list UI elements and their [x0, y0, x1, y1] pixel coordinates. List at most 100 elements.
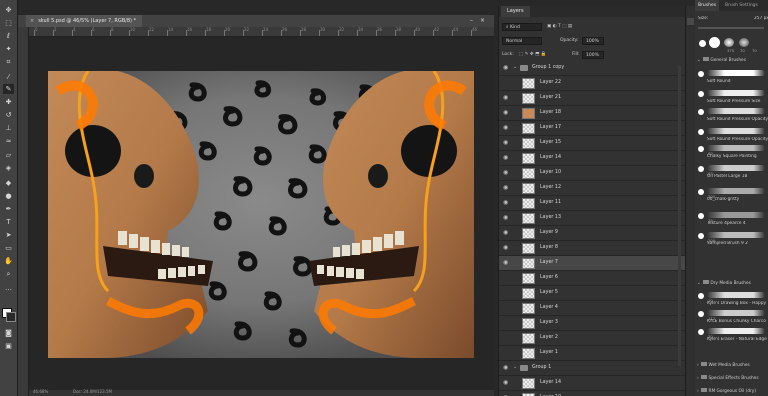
visibility-eye-icon[interactable]: [503, 290, 510, 296]
layer-row[interactable]: ◉ Layer 18: [499, 106, 685, 121]
brush-tip-icon[interactable]: [698, 189, 704, 195]
artwork-canvas[interactable]: [48, 71, 474, 358]
visibility-eye-icon[interactable]: ◉: [503, 215, 510, 221]
layer-row[interactable]: Layer 4: [499, 301, 685, 316]
brush-tip-icon[interactable]: [698, 233, 704, 239]
brush-name[interactable]: Texture 4pearce 4: [707, 221, 768, 226]
brush-name[interactable]: Soft Round Pressure Size: [707, 99, 768, 104]
brush-tip-icon[interactable]: [698, 166, 704, 172]
brush-name[interactable]: 00_chalk-gritty: [707, 197, 768, 202]
close-tab-icon[interactable]: ×: [30, 18, 34, 24]
tab-brushes[interactable]: Brushes: [695, 0, 720, 11]
brush-name[interactable]: Chalky Square Painting: [707, 154, 768, 159]
brush-preset-1-icon[interactable]: [699, 40, 706, 47]
layer-row[interactable]: ◉ Layer 14: [499, 151, 685, 166]
brush-name[interactable]: KYLE Bonus Chunky Charco: [707, 319, 768, 324]
status-zoom[interactable]: 46.68%: [33, 389, 48, 394]
quick-mask-icon[interactable]: ◙: [3, 328, 14, 338]
brush-name[interactable]: Kyle's Eraser - Natural Edge: [707, 337, 768, 342]
size-value[interactable]: 257 px: [754, 16, 768, 21]
minimize-icon[interactable]: –: [470, 17, 473, 24]
visibility-eye-icon[interactable]: [503, 305, 510, 311]
layer-row[interactable]: ◉ Layer 9: [499, 226, 685, 241]
layer-row[interactable]: ◉ Layer 15: [499, 136, 685, 151]
brush-tip-icon[interactable]: [698, 146, 704, 152]
visibility-eye-icon[interactable]: [503, 320, 510, 326]
brush-preset-4-icon[interactable]: [739, 38, 749, 47]
visibility-eye-icon[interactable]: ◉: [503, 200, 510, 206]
healing-brush-tool-icon[interactable]: ✚: [3, 97, 14, 107]
visibility-eye-icon[interactable]: ◉: [503, 380, 510, 386]
magic-wand-tool-icon[interactable]: ✦: [3, 44, 14, 54]
chevron-down-icon[interactable]: ⌄: [513, 364, 517, 370]
brush-tip-icon[interactable]: [698, 293, 704, 299]
visibility-eye-icon[interactable]: [503, 335, 510, 341]
brush-group-dry[interactable]: ⌄ Dry Media Brushes: [695, 280, 768, 286]
eyedropper-tool-icon[interactable]: ⁄: [3, 72, 14, 82]
visibility-eye-icon[interactable]: ◉: [503, 140, 510, 146]
lasso-tool-icon[interactable]: ℓ: [3, 31, 14, 41]
brush-preset-2-icon[interactable]: [709, 37, 720, 48]
visibility-eye-icon[interactable]: ◉: [503, 65, 510, 71]
visibility-eye-icon[interactable]: [503, 275, 510, 281]
eraser-tool-icon[interactable]: ▱: [3, 150, 14, 160]
brush-name[interactable]: Sampled Brush 9 2: [707, 241, 768, 246]
layer-row[interactable]: Layer 3: [499, 316, 685, 331]
dodge-tool-icon[interactable]: ●: [3, 191, 14, 201]
brush-tip-icon[interactable]: [698, 91, 704, 97]
layer-row[interactable]: ◉ Layer 12: [499, 181, 685, 196]
layer-row[interactable]: Layer 5: [499, 286, 685, 301]
brush-tip-icon[interactable]: [698, 311, 704, 317]
brush-tip-icon[interactable]: [698, 71, 704, 77]
history-brush-tool-icon[interactable]: ↺: [3, 110, 14, 120]
brush-name[interactable]: Oil Pastel Large 18: [707, 174, 768, 179]
layer-row[interactable]: ◉ Layer 7: [499, 256, 685, 271]
hand-tool-icon[interactable]: ✋: [3, 256, 14, 266]
brush-tip-icon[interactable]: [698, 109, 704, 115]
size-slider[interactable]: [698, 27, 764, 29]
layer-row[interactable]: ◉ Layer 10: [499, 166, 685, 181]
visibility-eye-icon[interactable]: [503, 80, 510, 86]
layer-row[interactable]: ◉ Layer 11: [499, 196, 685, 211]
rectangle-tool-icon[interactable]: ▭: [3, 243, 14, 253]
crop-tool-icon[interactable]: ⌗: [3, 57, 14, 67]
brush-name[interactable]: Soft Round Pressure Opacity: [707, 117, 768, 122]
layer-row[interactable]: ◉ Layer 21: [499, 91, 685, 106]
close-window-icon[interactable]: ×: [480, 17, 485, 24]
layer-row[interactable]: Layer 1: [499, 346, 685, 361]
brush-group-rm[interactable]: › RM Gorgeous Oil (dry): [695, 388, 768, 394]
visibility-eye-icon[interactable]: ◉: [503, 245, 510, 251]
brush-tip-icon[interactable]: [698, 213, 704, 219]
mixer-brush-tool-icon[interactable]: ≈: [3, 136, 14, 146]
layer-group-row[interactable]: ◉ ⌄ Group 1 copy: [499, 61, 685, 76]
layers-scrollbar[interactable]: [678, 66, 681, 366]
blur-tool-icon[interactable]: ◆: [3, 178, 14, 188]
layer-row[interactable]: ◉ Layer 13: [499, 211, 685, 226]
filter-icons[interactable]: ▣ ◐ T ⬚ ▤: [547, 24, 572, 29]
document-tab[interactable]: × skull 5.psd @ 46/5% (Layer 7, RGB/8) *: [26, 15, 142, 27]
visibility-eye-icon[interactable]: ◉: [503, 185, 510, 191]
marquee-tool-icon[interactable]: ⬚: [3, 18, 14, 28]
visibility-eye-icon[interactable]: ◉: [503, 260, 510, 266]
visibility-eye-icon[interactable]: ◉: [503, 230, 510, 236]
brush-tip-icon[interactable]: [698, 129, 704, 135]
screen-mode-icon[interactable]: ▣: [3, 341, 14, 351]
brush-preset-3-icon[interactable]: [724, 38, 734, 47]
brush-tip-icon[interactable]: [698, 329, 704, 335]
visibility-eye-icon[interactable]: ◉: [503, 95, 510, 101]
layer-row[interactable]: ◉ Layer 14: [499, 376, 685, 391]
blend-mode-select[interactable]: Normal: [502, 37, 542, 45]
zoom-tool-icon[interactable]: ⌕: [3, 269, 14, 279]
layer-row[interactable]: Layer 6: [499, 271, 685, 286]
visibility-eye-icon[interactable]: ◉: [503, 365, 510, 371]
path-selection-tool-icon[interactable]: ➤: [3, 230, 14, 240]
panel-toggle-icon[interactable]: [687, 18, 694, 25]
tab-layers[interactable]: Layers: [501, 6, 530, 17]
layer-row[interactable]: ◉ Layer 17: [499, 121, 685, 136]
brush-name[interactable]: Soft Round: [707, 79, 768, 84]
type-tool-icon[interactable]: T: [3, 217, 14, 227]
visibility-eye-icon[interactable]: ◉: [503, 125, 510, 131]
brush-name[interactable]: Kyle's Drawing Box - Happy: [707, 301, 768, 306]
opacity-field[interactable]: 100%: [582, 37, 604, 45]
fill-field[interactable]: 100%: [582, 51, 604, 59]
